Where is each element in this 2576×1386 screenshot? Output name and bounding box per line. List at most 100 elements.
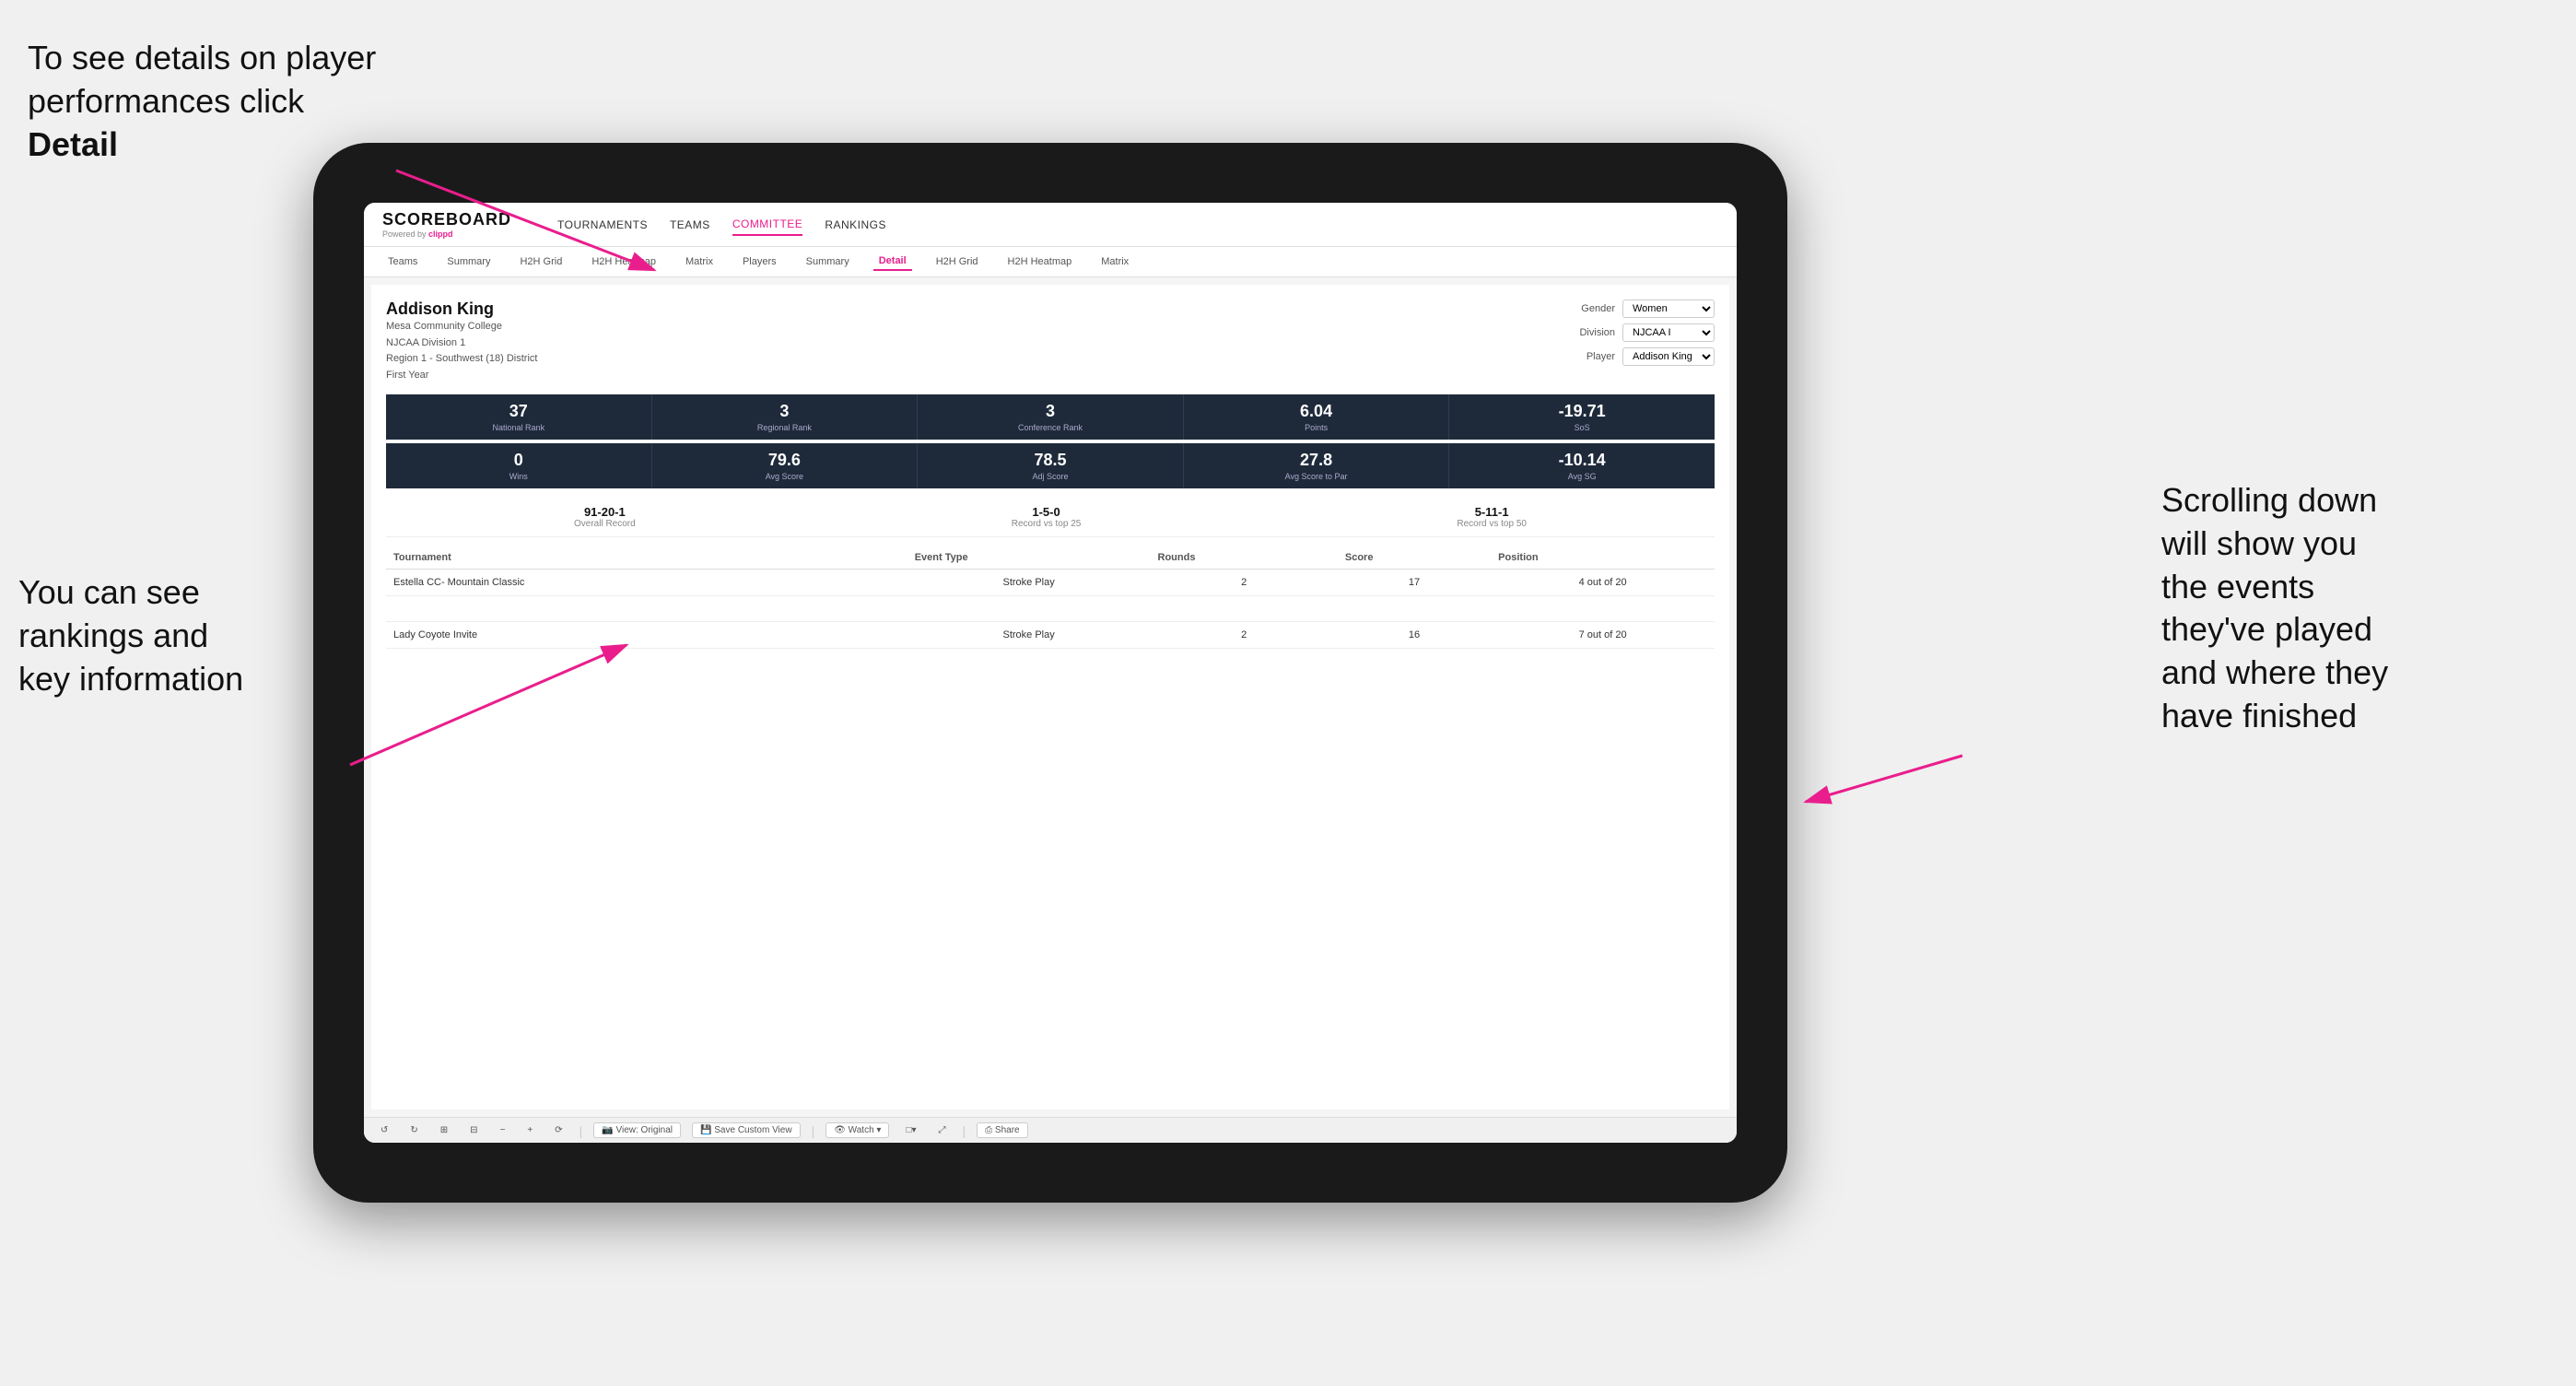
position-3: 7 out of 20 xyxy=(1491,622,1715,649)
stat-avg-score: 79.6 Avg Score xyxy=(652,443,919,488)
subnav-h2h-heatmap[interactable]: H2H Heatmap xyxy=(586,253,662,270)
stat-regional-rank-value: 3 xyxy=(656,402,914,421)
stat-sos-label: SoS xyxy=(1453,423,1711,432)
stat-national-rank-value: 37 xyxy=(390,402,648,421)
nav-rankings[interactable]: RANKINGS xyxy=(825,215,886,235)
subnav-players[interactable]: Players xyxy=(737,253,782,270)
col-tournament: Tournament xyxy=(386,546,907,570)
player-year: First Year xyxy=(386,368,537,384)
stat-avg-sg-label: Avg SG xyxy=(1453,472,1711,481)
rounds-3: 2 xyxy=(1151,622,1338,649)
subnav-summary2[interactable]: Summary xyxy=(801,253,855,270)
subnav-detail[interactable]: Detail xyxy=(873,253,912,271)
nav-tournaments[interactable]: TOURNAMENTS xyxy=(557,215,648,235)
stat-conference-rank-value: 3 xyxy=(921,402,1179,421)
logo-powered: Powered by clippd xyxy=(382,229,511,239)
tournament-name-3: Lady Coyote Invite xyxy=(386,622,907,649)
logo-area: SCOREBOARD Powered by clippd xyxy=(382,210,511,239)
stat-avg-sg-value: -10.14 xyxy=(1453,451,1711,470)
annotation-detail-bold: Detail xyxy=(28,125,118,163)
table-row xyxy=(386,596,1715,622)
player-controls: Gender Women Division NJCAA I xyxy=(1579,300,1715,383)
toolbar-refresh[interactable]: ⟳ xyxy=(549,1123,568,1137)
tablet-device: SCOREBOARD Powered by clippd TOURNAMENTS… xyxy=(313,143,1787,1203)
sub-navigation: Teams Summary H2H Grid H2H Heatmap Matri… xyxy=(364,247,1737,277)
gender-label: Gender xyxy=(1581,303,1615,314)
top50-record: 5-11-1 Record vs top 50 xyxy=(1457,505,1527,529)
subnav-h2h-grid2[interactable]: H2H Grid xyxy=(931,253,984,270)
col-rounds: Rounds xyxy=(1151,546,1338,570)
stat-wins: 0 Wins xyxy=(386,443,652,488)
subnav-h2h-heatmap2[interactable]: H2H Heatmap xyxy=(1002,253,1078,270)
subnav-teams[interactable]: Teams xyxy=(382,253,423,270)
subnav-matrix[interactable]: Matrix xyxy=(680,253,719,270)
toolbar-plus[interactable]: + xyxy=(521,1123,538,1137)
stat-avg-score-label: Avg Score xyxy=(656,472,914,481)
player-select[interactable]: Addison King xyxy=(1622,347,1715,366)
stat-wins-value: 0 xyxy=(390,451,648,470)
score-1: 17 xyxy=(1338,570,1491,596)
stat-avg-score-par-value: 27.8 xyxy=(1188,451,1446,470)
toolbar-expand[interactable]: ⤢ xyxy=(933,1123,952,1137)
stat-conference-rank-label: Conference Rank xyxy=(921,423,1179,432)
player-header: Addison King Mesa Community College NJCA… xyxy=(386,300,1715,383)
rounds-1: 2 xyxy=(1151,570,1338,596)
top50-record-label: Record vs top 50 xyxy=(1457,519,1527,529)
toolbar-grid2[interactable]: ⊟ xyxy=(464,1123,483,1137)
toolbar-undo[interactable]: ↺ xyxy=(375,1123,393,1137)
overall-record-label: Overall Record xyxy=(574,519,636,529)
overall-record-value: 91-20-1 xyxy=(574,505,636,519)
stats-row-2: 0 Wins 79.6 Avg Score 78.5 Adj Score 27.… xyxy=(386,443,1715,488)
top25-record-value: 1-5-0 xyxy=(1012,505,1082,519)
division-select[interactable]: NJCAA I xyxy=(1622,323,1715,342)
toolbar-minus[interactable]: − xyxy=(495,1123,511,1137)
toolbar-screen[interactable]: □▾ xyxy=(900,1123,921,1137)
table-row: Estella CC- Mountain Classic Stroke Play… xyxy=(386,570,1715,596)
player-control: Player Addison King xyxy=(1587,347,1715,366)
stat-avg-score-value: 79.6 xyxy=(656,451,914,470)
stat-national-rank: 37 National Rank xyxy=(386,394,652,440)
player-info: Addison King Mesa Community College NJCA… xyxy=(386,300,537,383)
subnav-matrix2[interactable]: Matrix xyxy=(1095,253,1134,270)
tournament-name-1: Estella CC- Mountain Classic xyxy=(386,570,907,596)
position-1: 4 out of 20 xyxy=(1491,570,1715,596)
player-name: Addison King xyxy=(386,300,537,319)
stat-wins-label: Wins xyxy=(390,472,648,481)
annotation-top-left: To see details on player performances cl… xyxy=(28,37,378,166)
toolbar-save-custom[interactable]: 💾 Save Custom View xyxy=(692,1122,801,1138)
stat-regional-rank: 3 Regional Rank xyxy=(652,394,919,440)
toolbar-redo[interactable]: ↻ xyxy=(404,1123,423,1137)
division-label: Division xyxy=(1579,327,1615,338)
event-type-3: Stroke Play xyxy=(907,622,1151,649)
stats-row-1: 37 National Rank 3 Regional Rank 3 Confe… xyxy=(386,394,1715,440)
stat-adj-score-label: Adj Score xyxy=(921,472,1179,481)
tournament-table: Tournament Event Type Rounds Score Posit… xyxy=(386,546,1715,649)
toolbar-sep1: | xyxy=(580,1123,583,1138)
subnav-h2h-grid[interactable]: H2H Grid xyxy=(514,253,568,270)
gender-select[interactable]: Women xyxy=(1622,300,1715,318)
annotation-right: Scrolling downwill show youthe eventsthe… xyxy=(2161,479,2548,738)
player-label: Player xyxy=(1587,351,1615,362)
stat-adj-score: 78.5 Adj Score xyxy=(918,443,1184,488)
main-content: Addison King Mesa Community College NJCA… xyxy=(371,285,1729,1110)
toolbar-watch[interactable]: 👁 Watch ▾ xyxy=(825,1122,889,1138)
content-area: Addison King Mesa Community College NJCA… xyxy=(364,277,1737,1143)
records-row: 91-20-1 Overall Record 1-5-0 Record vs t… xyxy=(386,498,1715,537)
stat-points-label: Points xyxy=(1188,423,1446,432)
nav-teams[interactable]: TEAMS xyxy=(670,215,710,235)
toolbar-share[interactable]: ⎙ Share xyxy=(977,1122,1027,1138)
gender-control: Gender Women xyxy=(1581,300,1715,318)
toolbar-grid1[interactable]: ⊞ xyxy=(435,1123,453,1137)
toolbar-sep3: | xyxy=(963,1123,966,1138)
toolbar-sep2: | xyxy=(812,1123,815,1138)
subnav-summary[interactable]: Summary xyxy=(441,253,496,270)
score-3: 16 xyxy=(1338,622,1491,649)
top-navigation: SCOREBOARD Powered by clippd TOURNAMENTS… xyxy=(364,203,1737,247)
stat-conference-rank: 3 Conference Rank xyxy=(918,394,1184,440)
table-row: Lady Coyote Invite Stroke Play 2 16 7 ou… xyxy=(386,622,1715,649)
nav-items: TOURNAMENTS TEAMS COMMITTEE RANKINGS xyxy=(557,214,886,236)
toolbar-view-original[interactable]: 📷 View: Original xyxy=(593,1122,681,1138)
stat-sos-value: -19.71 xyxy=(1453,402,1711,421)
nav-committee[interactable]: COMMITTEE xyxy=(732,214,803,236)
stat-avg-score-par: 27.8 Avg Score to Par xyxy=(1184,443,1450,488)
